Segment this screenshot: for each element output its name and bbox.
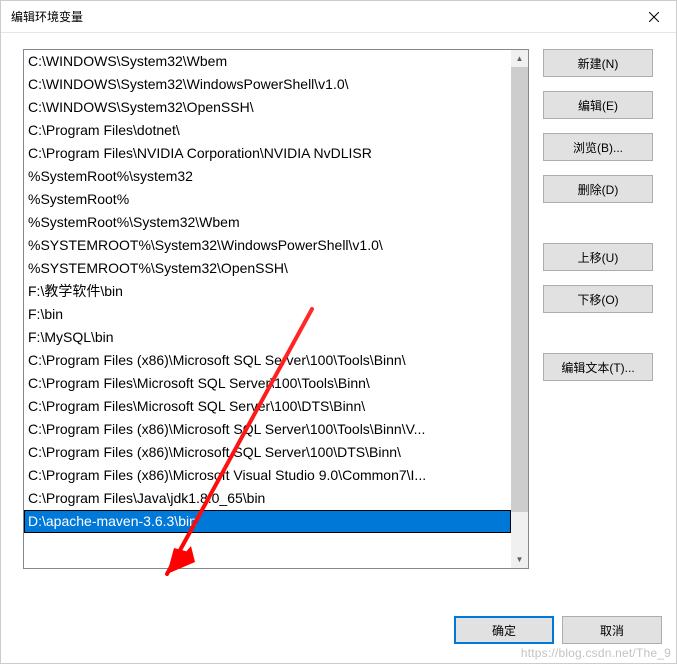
cancel-button[interactable]: 取消 — [562, 616, 662, 644]
moveup-button-label: 上移(U) — [578, 249, 619, 266]
browse-button-label: 浏览(B)... — [573, 139, 623, 156]
list-item[interactable]: D:\apache-maven-3.6.3\bin — [24, 510, 511, 533]
list-item[interactable]: %SYSTEMROOT%\System32\OpenSSH\ — [24, 257, 511, 280]
dialog-title: 编辑环境变量 — [11, 8, 83, 25]
list-item[interactable]: C:\WINDOWS\System32\WindowsPowerShell\v1… — [24, 73, 511, 96]
path-listbox[interactable]: C:\WINDOWS\System32\WbemC:\WINDOWS\Syste… — [23, 49, 529, 569]
list-item[interactable]: %SystemRoot%\system32 — [24, 165, 511, 188]
delete-button-label: 删除(D) — [578, 181, 619, 198]
scroll-thumb[interactable] — [511, 67, 528, 512]
titlebar: 编辑环境变量 — [1, 1, 676, 33]
list-item[interactable]: C:\Program Files\Java\jdk1.8.0_65\bin — [24, 487, 511, 510]
scroll-track[interactable] — [511, 67, 528, 551]
cancel-button-label: 取消 — [600, 622, 624, 639]
edittext-button[interactable]: 编辑文本(T)... — [543, 353, 653, 381]
list-item[interactable]: %SystemRoot%\System32\Wbem — [24, 211, 511, 234]
edit-button-label: 编辑(E) — [578, 97, 618, 114]
close-icon — [649, 12, 659, 22]
list-item[interactable]: %SYSTEMROOT%\System32\WindowsPowerShell\… — [24, 234, 511, 257]
list-item[interactable]: C:\Program Files (x86)\Microsoft SQL Ser… — [24, 441, 511, 464]
list-item[interactable]: C:\Program Files (x86)\Microsoft SQL Ser… — [24, 418, 511, 441]
list-item[interactable]: C:\WINDOWS\System32\OpenSSH\ — [24, 96, 511, 119]
list-item[interactable]: C:\WINDOWS\System32\Wbem — [24, 50, 511, 73]
edittext-button-label: 编辑文本(T)... — [561, 359, 634, 376]
close-button[interactable] — [631, 1, 676, 33]
scrollbar[interactable]: ▲ ▼ — [511, 50, 528, 568]
list-item[interactable]: C:\Program Files\Microsoft SQL Server\10… — [24, 372, 511, 395]
browse-button[interactable]: 浏览(B)... — [543, 133, 653, 161]
dialog-footer: 确定 取消 — [1, 605, 676, 663]
new-button[interactable]: 新建(N) — [543, 49, 653, 77]
dialog-content: C:\WINDOWS\System32\WbemC:\WINDOWS\Syste… — [1, 33, 676, 605]
side-buttons: 新建(N) 编辑(E) 浏览(B)... 删除(D) 上移(U) 下移(O) 编… — [529, 49, 662, 597]
movedown-button[interactable]: 下移(O) — [543, 285, 653, 313]
list-item[interactable]: C:\Program Files (x86)\Microsoft SQL Ser… — [24, 349, 511, 372]
list-item[interactable]: C:\Program Files (x86)\Microsoft Visual … — [24, 464, 511, 487]
new-button-label: 新建(N) — [578, 55, 619, 72]
list-item[interactable]: C:\Program Files\NVIDIA Corporation\NVID… — [24, 142, 511, 165]
edit-env-dialog: 编辑环境变量 C:\WINDOWS\System32\WbemC:\WINDOW… — [0, 0, 677, 664]
list-item[interactable]: F:\bin — [24, 303, 511, 326]
list-item[interactable]: %SystemRoot% — [24, 188, 511, 211]
moveup-button[interactable]: 上移(U) — [543, 243, 653, 271]
list-item[interactable]: C:\Program Files\dotnet\ — [24, 119, 511, 142]
list-item[interactable]: F:\MySQL\bin — [24, 326, 511, 349]
delete-button[interactable]: 删除(D) — [543, 175, 653, 203]
ok-button[interactable]: 确定 — [454, 616, 554, 644]
list-item[interactable]: C:\Program Files\Microsoft SQL Server\10… — [24, 395, 511, 418]
scroll-up-button[interactable]: ▲ — [511, 50, 528, 67]
scroll-down-button[interactable]: ▼ — [511, 551, 528, 568]
ok-button-label: 确定 — [492, 622, 516, 639]
edit-button[interactable]: 编辑(E) — [543, 91, 653, 119]
list-item[interactable]: F:\教学软件\bin — [24, 280, 511, 303]
movedown-button-label: 下移(O) — [577, 291, 618, 308]
